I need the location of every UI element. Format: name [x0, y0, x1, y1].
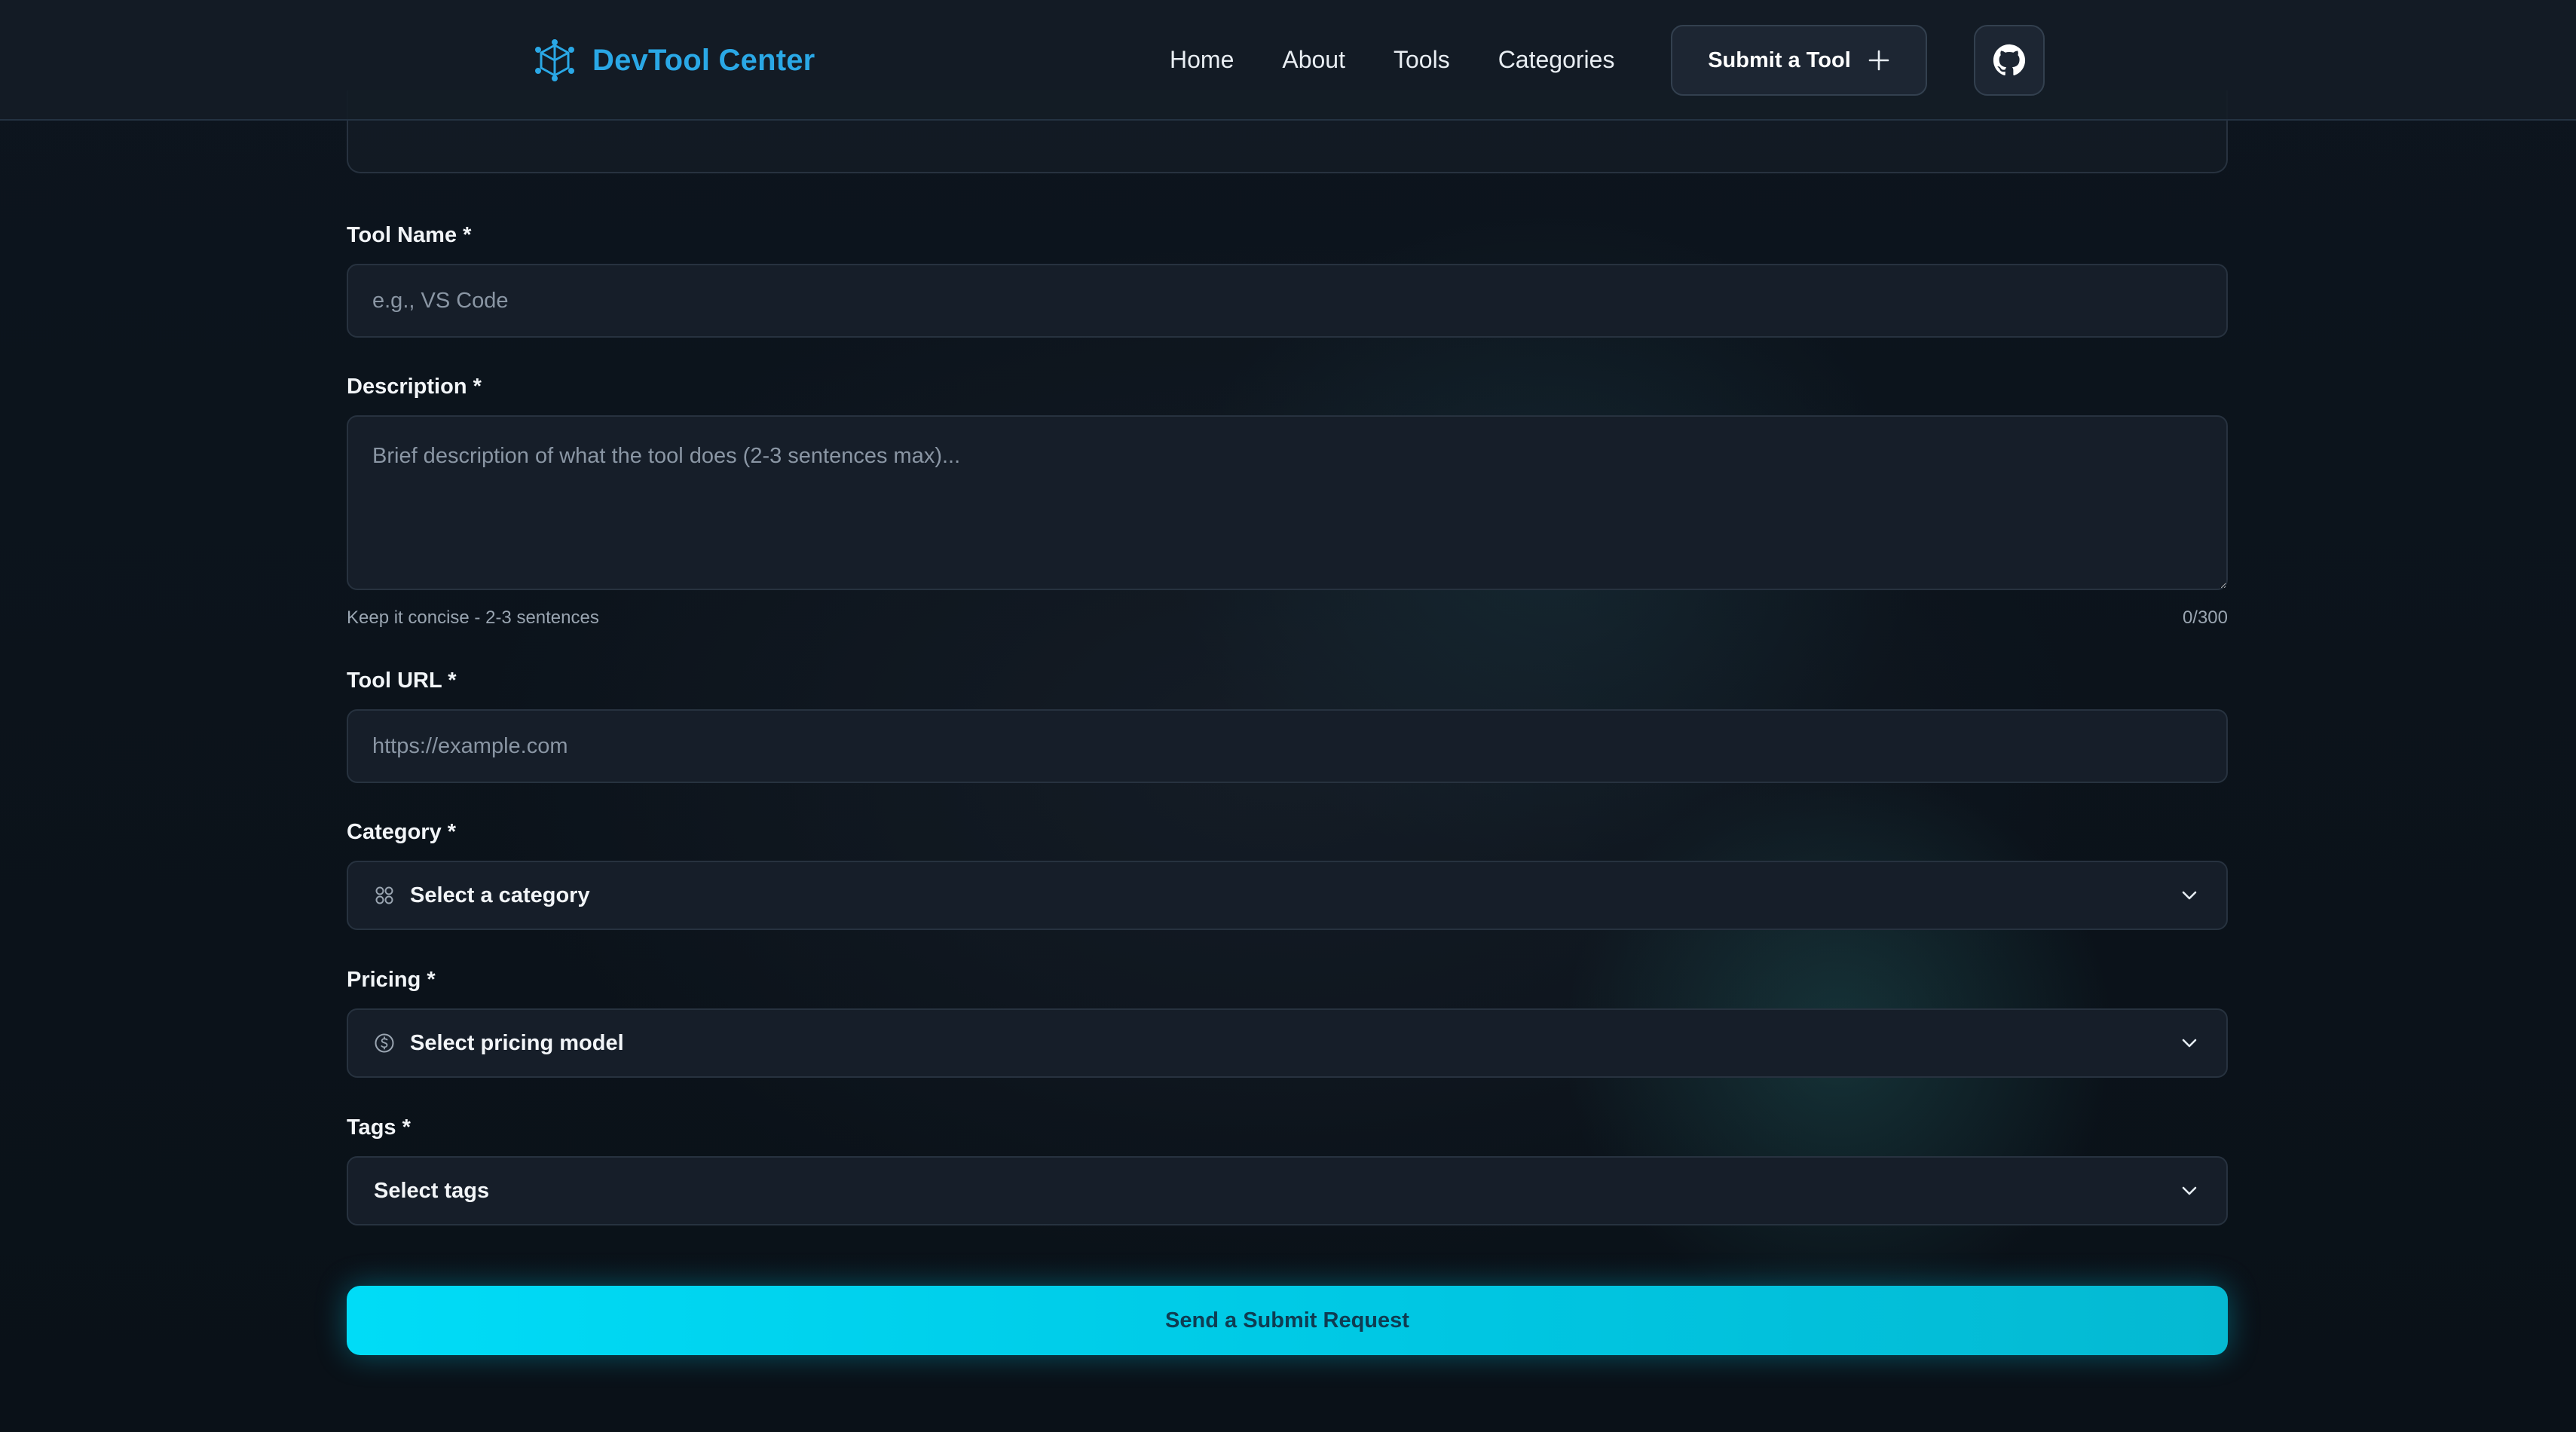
pricing-label: Pricing * — [347, 968, 436, 992]
nav-categories[interactable]: Categories — [1498, 41, 1615, 78]
category-selected-value: Select a category — [410, 883, 590, 907]
top-navbar: DevTool Center Home About Tools Categori… — [0, 0, 2576, 121]
nav-about[interactable]: About — [1282, 41, 1345, 78]
submit-tool-button[interactable]: Submit a Tool — [1671, 25, 1927, 96]
category-select[interactable]: Select a category — [347, 861, 2228, 930]
tags-selected-value: Select tags — [374, 1178, 490, 1203]
github-button[interactable] — [1974, 25, 2045, 96]
description-char-counter: 0/300 — [2182, 607, 2228, 628]
github-icon — [1993, 44, 2026, 76]
chevron-down-icon — [2182, 891, 2197, 900]
brand-logo-link[interactable]: DevTool Center — [534, 36, 815, 84]
pricing-selected-value: Select pricing model — [410, 1030, 624, 1055]
tool-name-input[interactable] — [347, 264, 2228, 338]
plus-icon — [1868, 50, 1889, 71]
nav-home[interactable]: Home — [1170, 41, 1234, 78]
main-nav: Home About Tools Categories — [1170, 41, 1614, 78]
dollar-circle-icon — [375, 1033, 394, 1053]
nav-tools[interactable]: Tools — [1394, 41, 1450, 78]
grid-icon — [375, 886, 393, 904]
chevron-down-icon — [2182, 1186, 2197, 1195]
description-hint: Keep it concise - 2-3 sentences — [347, 607, 599, 628]
submit-tool-label: Submit a Tool — [1708, 47, 1851, 72]
tags-label: Tags * — [347, 1115, 411, 1140]
tool-url-label: Tool URL * — [347, 669, 457, 693]
description-textarea[interactable] — [347, 415, 2228, 590]
tags-select[interactable]: Select tags — [347, 1156, 2228, 1225]
pricing-select[interactable]: Select pricing model — [347, 1008, 2228, 1078]
tool-name-label: Tool Name * — [347, 223, 472, 247]
description-label: Description * — [347, 375, 482, 399]
tool-url-input[interactable] — [347, 709, 2228, 783]
chevron-down-icon — [2182, 1039, 2197, 1048]
brand-name: DevTool Center — [592, 43, 815, 77]
send-submit-request-button[interactable]: Send a Submit Request — [347, 1286, 2228, 1355]
category-label: Category * — [347, 820, 457, 844]
cube-logo-icon — [535, 39, 574, 81]
